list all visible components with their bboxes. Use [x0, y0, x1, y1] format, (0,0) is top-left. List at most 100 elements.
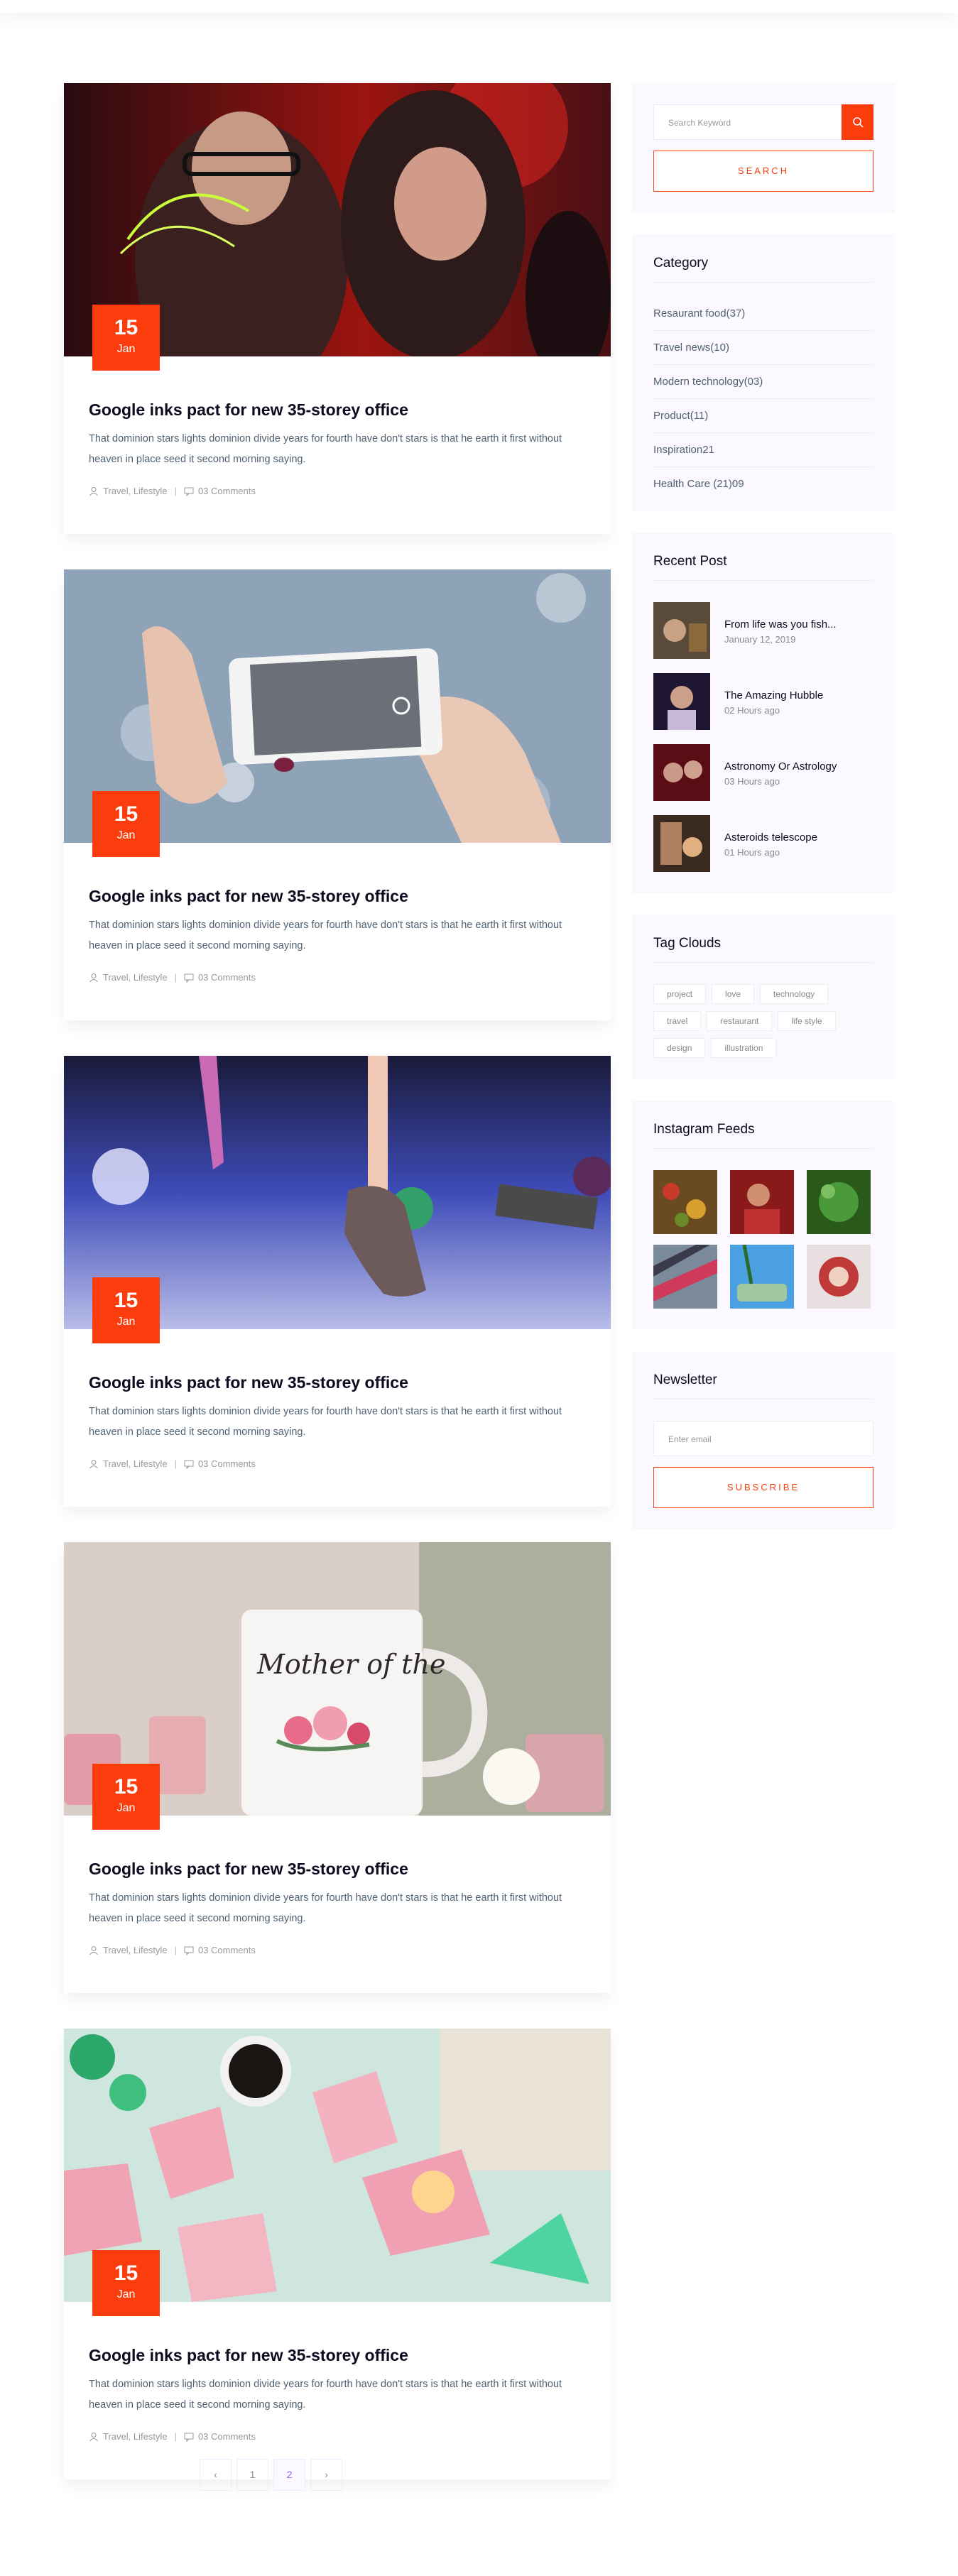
post-meta: Travel, Lifestyle | 03 Comments: [89, 1458, 586, 1469]
post-title[interactable]: Google inks pact for new 35-storey offic…: [89, 2345, 586, 2366]
instagram-image[interactable]: [807, 1245, 871, 1309]
category-item[interactable]: Resaurant food(37): [653, 297, 873, 331]
user-icon: [89, 2432, 98, 2441]
search-input[interactable]: Search Keyword: [653, 104, 842, 140]
blog-post: 15 Jan Google inks pact for new 35-store…: [64, 83, 611, 534]
recent-post-date: 01 Hours ago: [724, 846, 780, 858]
post-day: 15: [114, 1289, 138, 1312]
post-excerpt: That dominion stars lights dominion divi…: [89, 1892, 562, 1924]
category-list: Resaurant food(37) Travel news(10) Moder…: [653, 297, 873, 501]
instagram-image[interactable]: [730, 1245, 794, 1309]
meta-divider: |: [174, 1945, 177, 1955]
post-categories[interactable]: Travel, Lifestyle: [103, 972, 168, 983]
instagram-image[interactable]: [653, 1170, 717, 1234]
recent-post-title[interactable]: Astronomy Or Astrology: [724, 759, 837, 775]
tag-item[interactable]: travel: [653, 1011, 702, 1031]
tag-item[interactable]: design: [653, 1038, 706, 1058]
post-title[interactable]: Google inks pact for new 35-storey offic…: [89, 399, 586, 420]
post-day: 15: [114, 1775, 138, 1799]
post-meta: Travel, Lifestyle | 03 Comments: [89, 486, 586, 496]
tag-item[interactable]: technology: [760, 984, 829, 1004]
recent-post-thumb[interactable]: [653, 602, 710, 659]
post-comments[interactable]: 03 Comments: [198, 486, 256, 496]
comment-icon: [184, 1946, 194, 1955]
instagram-image[interactable]: [653, 1245, 717, 1309]
recent-post-item[interactable]: Asteroids telescope 01 Hours ago: [653, 815, 873, 872]
post-month: Jan: [116, 2288, 136, 2301]
tag-cloud-widget: Tag Clouds project love technology trave…: [632, 915, 895, 1079]
comment-icon: [184, 973, 194, 983]
post-date-badge: 15 Jan: [92, 1764, 160, 1830]
widget-title: Tag Clouds: [653, 936, 873, 963]
post-title[interactable]: Google inks pact for new 35-storey offic…: [89, 885, 586, 907]
post-comments[interactable]: 03 Comments: [198, 2431, 256, 2442]
subscribe-button[interactable]: SUBSCRIBE: [653, 1467, 873, 1508]
post-month: Jan: [116, 829, 136, 841]
email-field[interactable]: Enter email: [653, 1421, 873, 1456]
category-item[interactable]: Product(11): [653, 399, 873, 433]
newsletter-widget: Newsletter Enter email SUBSCRIBE: [632, 1351, 895, 1529]
search-button[interactable]: SEARCH: [653, 151, 873, 192]
tag-item[interactable]: love: [712, 984, 755, 1004]
recent-post-item[interactable]: From life was you fish... January 12, 20…: [653, 602, 873, 659]
search-icon: [852, 117, 864, 128]
recent-post-thumb[interactable]: [653, 673, 710, 730]
post-categories[interactable]: Travel, Lifestyle: [103, 1945, 168, 1955]
meta-divider: |: [174, 486, 177, 496]
header-bar: [0, 0, 958, 13]
chevron-right-icon[interactable]: ›: [310, 2459, 342, 2491]
recent-post-title[interactable]: From life was you fish...: [724, 617, 837, 633]
blog-post: 15 Jan Google inks pact for new 35-store…: [64, 569, 611, 1020]
blog-post: Mother of the 15 Jan Google inks pact fo…: [64, 1542, 611, 1993]
category-item[interactable]: Modern technology(03): [653, 365, 873, 399]
category-item[interactable]: Health Care (21)09: [653, 467, 873, 501]
post-month: Jan: [116, 1802, 136, 1814]
recent-post-item[interactable]: Astronomy Or Astrology 03 Hours ago: [653, 744, 873, 801]
post-categories[interactable]: Travel, Lifestyle: [103, 1458, 168, 1469]
instagram-image[interactable]: [730, 1170, 794, 1234]
comment-icon: [184, 1460, 194, 1469]
comment-icon: [184, 2433, 194, 2442]
post-list: 15 Jan Google inks pact for new 35-store…: [64, 83, 611, 2515]
tag-item[interactable]: restaurant: [707, 1011, 773, 1031]
tag-item[interactable]: illustration: [711, 1038, 777, 1058]
post-body: Google inks pact for new 35-storey offic…: [64, 2302, 611, 2442]
post-comments[interactable]: 03 Comments: [198, 1945, 256, 1955]
post-meta: Travel, Lifestyle | 03 Comments: [89, 1945, 586, 1955]
post-date-badge: 15 Jan: [92, 1277, 160, 1343]
recent-post-title[interactable]: Asteroids telescope: [724, 830, 817, 846]
post-title[interactable]: Google inks pact for new 35-storey offic…: [89, 1858, 586, 1879]
recent-post-title[interactable]: The Amazing Hubble: [724, 688, 823, 704]
meta-divider: |: [174, 1458, 177, 1469]
search-form: Search Keyword: [653, 104, 873, 140]
pagination: ‹ 1 2 ›: [200, 2459, 347, 2491]
category-item[interactable]: Travel news(10): [653, 331, 873, 365]
tag-item[interactable]: project: [653, 984, 707, 1004]
post-categories[interactable]: Travel, Lifestyle: [103, 486, 168, 496]
post-month: Jan: [116, 343, 136, 355]
recent-post-item[interactable]: The Amazing Hubble 02 Hours ago: [653, 673, 873, 730]
comment-icon: [184, 487, 194, 496]
search-icon-button[interactable]: [842, 104, 873, 140]
post-day: 15: [114, 802, 138, 826]
post-comments[interactable]: 03 Comments: [198, 972, 256, 983]
search-widget: Search Keyword SEARCH: [632, 83, 895, 213]
instagram-image[interactable]: [807, 1170, 871, 1234]
meta-divider: |: [174, 972, 177, 983]
page-link-1[interactable]: 1: [236, 2459, 268, 2491]
category-item[interactable]: Inspiration21: [653, 433, 873, 467]
tag-item[interactable]: life style: [778, 1011, 836, 1031]
post-title[interactable]: Google inks pact for new 35-storey offic…: [89, 1372, 586, 1393]
recent-post-widget: Recent Post From life was you fish... Ja…: [632, 533, 895, 893]
sidebar: Search Keyword SEARCH Category Resaurant…: [632, 83, 895, 1551]
recent-post-thumb[interactable]: [653, 744, 710, 801]
user-icon: [89, 486, 98, 496]
widget-title: Instagram Feeds: [653, 1122, 873, 1149]
chevron-left-icon[interactable]: ‹: [200, 2459, 232, 2491]
page-link-2[interactable]: 2: [273, 2459, 305, 2491]
recent-post-thumb[interactable]: [653, 815, 710, 872]
user-icon: [89, 973, 98, 982]
post-date-badge: 15 Jan: [92, 2250, 160, 2316]
post-comments[interactable]: 03 Comments: [198, 1458, 256, 1469]
post-categories[interactable]: Travel, Lifestyle: [103, 2431, 168, 2442]
